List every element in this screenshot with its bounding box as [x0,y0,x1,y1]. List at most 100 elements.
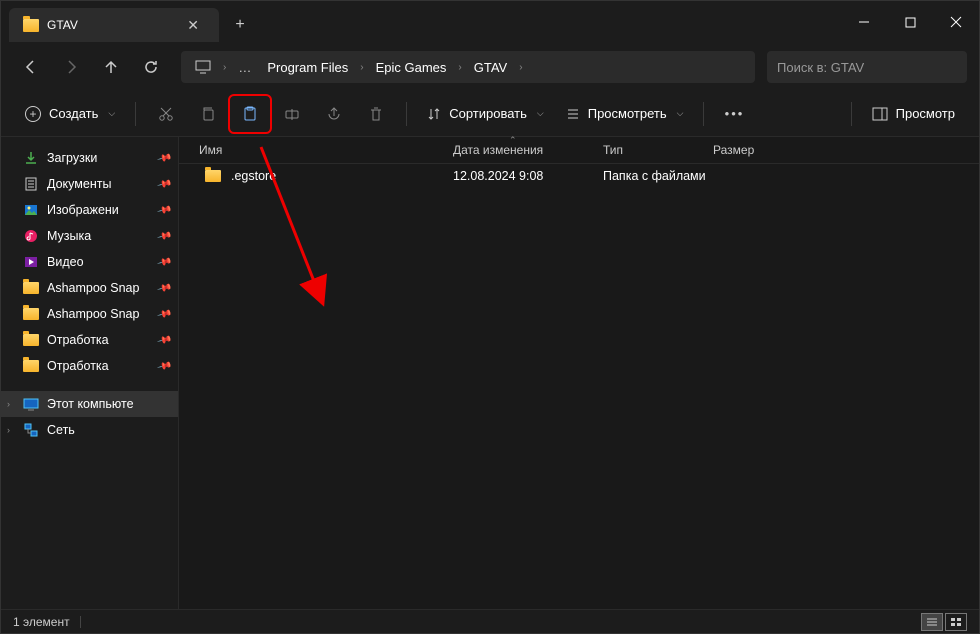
chevron-down-icon: ⌵ [537,108,544,119]
col-type[interactable]: Тип [603,143,713,157]
sidebar-item[interactable]: Видео 📌 [1,249,178,275]
status-bar: 1 элемент [1,609,979,633]
cut-button[interactable] [146,96,186,132]
separator [703,102,704,126]
rename-button[interactable] [272,96,312,132]
breadcrumb-item[interactable]: Program Files [261,56,354,79]
delete-button[interactable] [356,96,396,132]
chevron-down-icon: ⌵ [677,108,684,119]
col-size[interactable]: Размер [713,143,793,157]
pin-icon[interactable]: 📌 [156,332,172,348]
sidebar-label: Ashampoo Snap [47,281,139,295]
file-row[interactable]: .egstore12.08.2024 9:08Папка с файлами [179,164,979,188]
share-button[interactable] [314,96,354,132]
create-label: Создать [49,106,98,121]
forward-button[interactable] [53,49,89,85]
up-button[interactable] [93,49,129,85]
back-button[interactable] [13,49,49,85]
sidebar-label: Видео [47,255,84,269]
music-icon [23,228,39,244]
sort-icon [427,107,441,121]
pin-icon[interactable]: 📌 [156,228,172,244]
paste-button[interactable] [230,96,270,132]
new-tab-button[interactable]: + [223,16,257,34]
sidebar-item[interactable]: Загрузки📌 [1,145,178,171]
pin-icon[interactable]: 📌 [156,358,172,374]
create-button[interactable]: + Создать ⌵ [15,100,125,128]
plus-icon: + [25,106,41,122]
sidebar-label: Ashampoo Snap [47,307,139,321]
preview-pane-icon [872,107,888,121]
sidebar-label: Изображени [47,203,119,217]
sidebar-label: Отработка [47,359,109,373]
sort-indicator: ⌃ [509,135,517,146]
icons-view-button[interactable] [945,613,967,631]
more-button[interactable]: ••• [714,96,754,132]
sidebar-label: Отработка [47,333,109,347]
navbar: › … Program Files › Epic Games › GTAV › … [1,43,979,91]
folder-icon [23,280,39,296]
search-input[interactable]: Поиск в: GTAV [767,51,967,83]
sort-button[interactable]: Сортировать ⌵ [417,100,554,127]
sidebar-item[interactable]: Отработка 📌 [1,353,178,379]
file-name: .egstore [231,169,276,183]
pc-icon [23,396,39,412]
folder-icon [23,19,39,32]
sidebar-label: Музыка [47,229,91,243]
minimize-icon [858,16,870,28]
pin-icon[interactable]: 📌 [156,280,172,296]
pin-icon[interactable]: 📌 [156,306,172,322]
icons-view-icon [950,617,962,627]
separator [135,102,136,126]
pin-icon[interactable]: 📌 [156,150,172,166]
view-button[interactable]: Просмотреть ⌵ [556,100,694,127]
folder-icon [23,306,39,322]
details-view-button[interactable] [921,613,943,631]
network-icon [23,422,39,438]
col-name[interactable]: Имя [193,143,453,157]
close-icon [950,16,962,28]
sort-label: Сортировать [449,106,527,121]
sidebar-this-pc[interactable]: › Этот компьюте [1,391,178,417]
share-icon [326,106,342,122]
chevron-right-icon: › [7,425,10,435]
sidebar-item[interactable]: Документы📌 [1,171,178,197]
maximize-button[interactable] [887,1,933,43]
sidebar-item[interactable]: Музыка 📌 [1,223,178,249]
doc-icon [23,176,39,192]
pin-icon[interactable]: 📌 [156,176,172,192]
trash-icon [368,106,384,122]
col-date[interactable]: Дата изменения [453,143,603,157]
sidebar-item[interactable]: Ashampoo Snap 📌 [1,301,178,327]
pin-icon[interactable]: 📌 [156,202,172,218]
toolbar: + Создать ⌵ Сортировать ⌵ [1,91,979,137]
file-pane[interactable]: ⌃ Имя Дата изменения Тип Размер .egstore… [179,137,979,609]
paste-icon [242,106,258,122]
breadcrumb[interactable]: › … Program Files › Epic Games › GTAV › [181,51,755,83]
breadcrumb-item[interactable]: Epic Games [370,56,453,79]
chevron-right-icon: › [358,62,365,73]
close-tab-icon[interactable]: ✕ [181,15,205,36]
monitor-icon[interactable] [189,60,217,74]
folder-icon [23,332,39,348]
sidebar-item[interactable]: Ashampoo Snap 📌 [1,275,178,301]
tab-active[interactable]: GTAV ✕ [9,8,219,42]
pin-icon[interactable]: 📌 [156,254,172,270]
refresh-button[interactable] [133,49,169,85]
preview-button[interactable]: Просмотр [862,100,965,127]
dots-icon: ••• [725,106,745,121]
sidebar-network[interactable]: › Сеть [1,417,178,443]
chevron-right-icon: › [221,62,228,73]
sidebar-item[interactable]: Отработка 📌 [1,327,178,353]
video-icon [23,254,39,270]
close-window-button[interactable] [933,1,979,43]
breadcrumb-item[interactable]: GTAV [468,56,513,79]
breadcrumb-overflow[interactable]: … [232,56,257,79]
explorer-window: GTAV ✕ + [0,0,980,634]
copy-button[interactable] [188,96,228,132]
copy-icon [200,106,216,122]
tab-title: GTAV [47,18,173,32]
preview-label: Просмотр [896,106,955,121]
minimize-button[interactable] [841,1,887,43]
sidebar-item[interactable]: Изображени 📌 [1,197,178,223]
